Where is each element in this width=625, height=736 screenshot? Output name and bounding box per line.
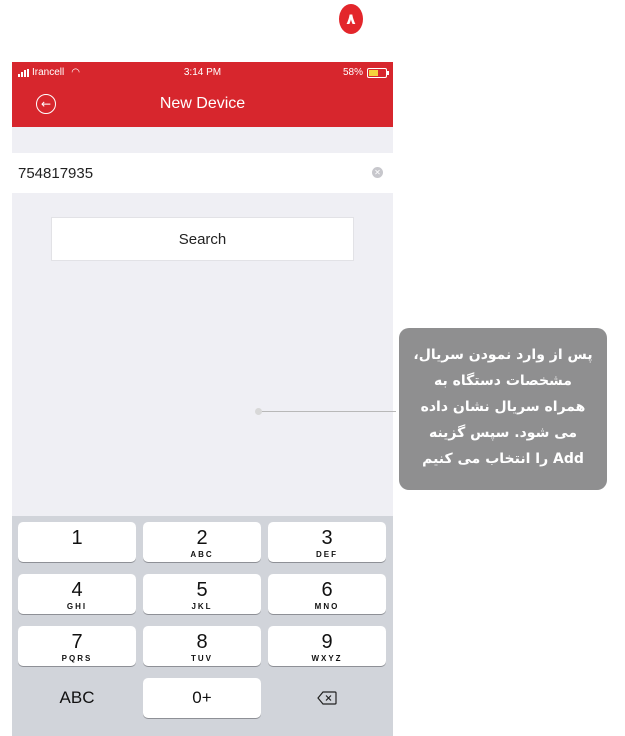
callout-line: مشخصات دستگاه به bbox=[434, 373, 572, 389]
callout-line: همراه سریال نشان داده bbox=[420, 399, 586, 415]
search-button[interactable]: Search bbox=[51, 217, 354, 261]
callout-line: Add را انتخاب می کنیم bbox=[422, 451, 584, 467]
step-number-badge: ۸ bbox=[339, 4, 363, 34]
phone-screen: Irancell ◠ 3:14 PM 58% ← New Device 7548… bbox=[12, 62, 393, 736]
status-time: 3:14 PM bbox=[183, 67, 222, 78]
callout-pointer-line bbox=[258, 411, 396, 412]
key-8[interactable]: 8 TUV bbox=[143, 626, 261, 666]
battery-icon bbox=[367, 67, 389, 78]
clear-input-icon[interactable]: ✕ bbox=[372, 167, 383, 178]
key-2[interactable]: 2 ABC bbox=[143, 522, 261, 562]
key-6[interactable]: 6 MNO bbox=[268, 574, 386, 614]
key-4[interactable]: 4 GHI bbox=[18, 574, 136, 614]
callout-line: پس از وارد نمودن سریال، bbox=[413, 347, 593, 363]
key-3[interactable]: 3 DEF bbox=[268, 522, 386, 562]
status-bar: Irancell ◠ 3:14 PM 58% bbox=[12, 62, 393, 84]
key-5[interactable]: 5 JKL bbox=[143, 574, 261, 614]
callout-line: می شود. سپس گزینه bbox=[428, 425, 578, 441]
numeric-keyboard: 1 2 ABC 3 DEF 4 GHI 5 JKL 6 MNO 7 PQRS 8 bbox=[12, 516, 393, 736]
instruction-callout: پس از وارد نمودن سریال، مشخصات دستگاه به… bbox=[399, 328, 607, 490]
key-backspace[interactable] bbox=[268, 678, 386, 718]
serial-number-input[interactable]: 754817935 bbox=[12, 153, 393, 193]
key-9[interactable]: 9 WXYZ bbox=[268, 626, 386, 666]
key-7[interactable]: 7 PQRS bbox=[18, 626, 136, 666]
page-title: New Device bbox=[159, 95, 246, 112]
callout-pointer-dot bbox=[255, 408, 262, 415]
battery-percent: 58% bbox=[342, 67, 363, 78]
backspace-icon bbox=[317, 691, 337, 705]
key-0-plus[interactable]: 0+ bbox=[143, 678, 261, 718]
app-header: Irancell ◠ 3:14 PM 58% ← New Device bbox=[12, 62, 393, 127]
key-1[interactable]: 1 bbox=[18, 522, 136, 562]
serial-number-value: 754817935 bbox=[18, 164, 94, 182]
key-abc[interactable]: ABC bbox=[18, 678, 136, 718]
